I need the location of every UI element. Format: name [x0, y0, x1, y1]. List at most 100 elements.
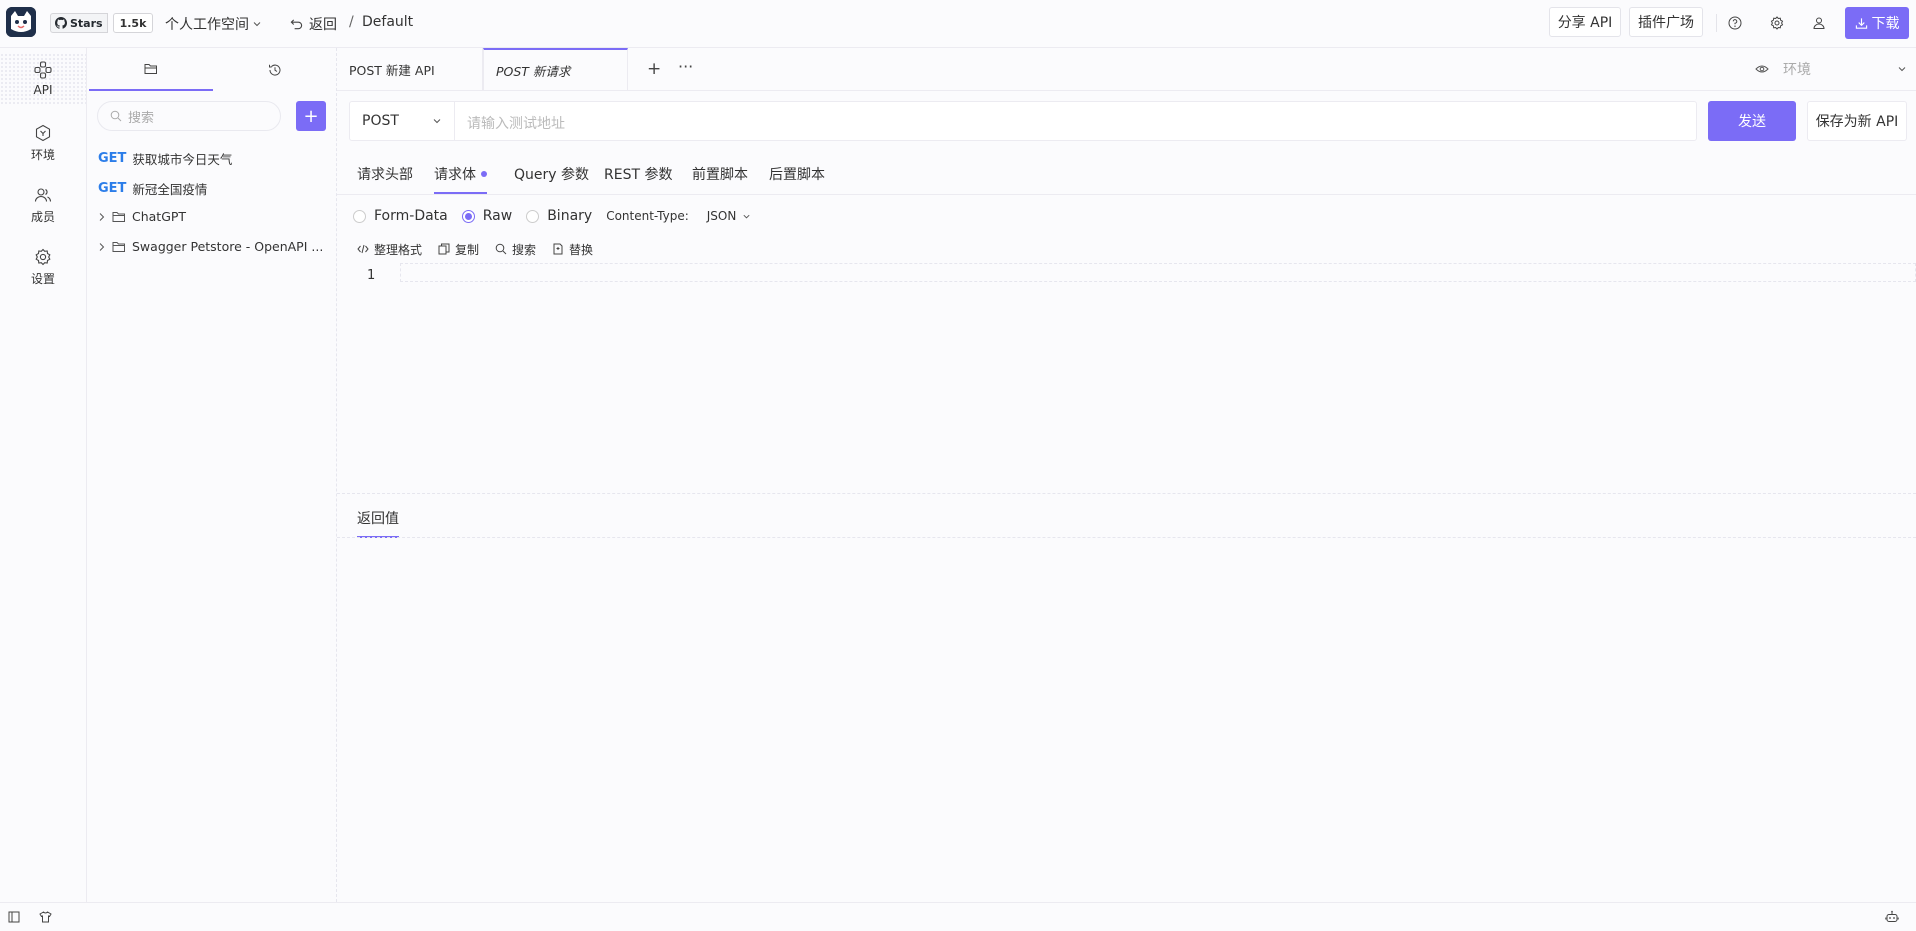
robot-icon[interactable] — [1885, 910, 1899, 924]
format-button[interactable]: 整理格式 — [357, 241, 422, 258]
tab-history[interactable] — [213, 48, 337, 91]
request-tab-bar: POST 新建 API POST 新请求 + ··· 环境 — [337, 48, 1916, 91]
tab-api-tree[interactable] — [89, 48, 213, 91]
api-item[interactable]: GET 获取城市今日天气 — [98, 149, 232, 168]
tab-response[interactable]: 返回值 — [357, 508, 399, 538]
settings-gear-icon[interactable] — [1766, 12, 1788, 34]
content-type-select[interactable]: JSON — [707, 209, 752, 223]
folder-item[interactable]: ChatGPT — [98, 209, 186, 224]
back-label: 返回 — [309, 17, 337, 33]
chevron-down-icon — [253, 22, 261, 27]
nav-item-members[interactable]: 成员 — [0, 180, 86, 230]
download-button[interactable]: 下载 — [1845, 7, 1909, 39]
tab-rest-params[interactable]: REST 参数 — [604, 164, 672, 184]
tab-post-script[interactable]: 后置脚本 — [769, 164, 825, 184]
tab-body[interactable]: 请求体 — [434, 164, 487, 194]
chevron-down-icon — [433, 119, 441, 124]
copy-icon — [438, 243, 450, 255]
download-label: 下载 — [1871, 16, 1900, 32]
github-stars-badge[interactable]: Stars 1.5k — [50, 13, 154, 33]
folder-icon — [112, 241, 125, 252]
tab-headers[interactable]: 请求头部 — [357, 164, 413, 184]
chevron-down-icon — [743, 214, 750, 218]
theme-shirt-icon[interactable] — [39, 911, 52, 923]
method-badge: GET — [98, 151, 127, 166]
chevron-down-icon — [1898, 67, 1906, 72]
environment-selector[interactable]: 环境 — [1755, 48, 1916, 90]
github-icon — [55, 17, 67, 29]
toggle-sidebar-icon[interactable] — [8, 911, 20, 923]
url-input[interactable]: 请输入测试地址 — [467, 113, 565, 133]
api-item-name: 获取城市今日天气 — [132, 152, 233, 167]
chevron-right-icon — [99, 242, 105, 251]
editor-line[interactable] — [400, 263, 1916, 282]
radio-raw[interactable] — [461, 209, 475, 223]
api-search-input[interactable]: 搜索 — [97, 101, 281, 131]
api-icon — [34, 61, 52, 79]
radio-form-data[interactable] — [353, 209, 366, 223]
app-logo[interactable] — [6, 7, 36, 37]
nav-item-settings[interactable]: 设置 — [0, 242, 86, 292]
radio-binary[interactable] — [526, 209, 540, 223]
method-badge: GET — [98, 181, 127, 196]
send-button[interactable]: 发送 — [1708, 101, 1796, 141]
nav-item-api[interactable]: API — [0, 53, 86, 105]
back-button[interactable]: 返回 — [290, 14, 337, 34]
settings-icon — [35, 248, 51, 265]
share-api-button[interactable]: 分享 API — [1549, 7, 1621, 37]
help-icon[interactable] — [1724, 12, 1746, 34]
nav-label-members: 成员 — [30, 209, 55, 224]
tab-query-params[interactable]: Query 参数 — [514, 164, 589, 184]
github-stars-count[interactable]: 1.5k — [112, 13, 154, 33]
history-icon — [269, 64, 281, 76]
tab-pre-script[interactable]: 前置脚本 — [692, 164, 748, 184]
download-icon — [1855, 17, 1867, 29]
request-url-bar: POST 请输入测试地址 — [349, 101, 1697, 141]
search-placeholder: 搜索 — [128, 110, 155, 126]
environment-icon — [35, 124, 51, 141]
folder-item[interactable]: Swagger Petstore - OpenAPI ... — [98, 239, 323, 254]
replace-button[interactable]: 替换 — [552, 241, 593, 258]
tab-new-api[interactable]: POST 新建 API — [337, 48, 483, 90]
environment-label: 环境 — [1783, 62, 1811, 78]
breadcrumb-project[interactable]: Default — [362, 14, 413, 30]
format-label: 整理格式 — [374, 242, 423, 257]
nav-label-settings: 设置 — [30, 271, 55, 286]
option-binary[interactable]: Binary — [547, 208, 592, 224]
copy-label: 复制 — [455, 242, 480, 257]
more-tabs-button[interactable]: ··· — [678, 57, 693, 76]
status-bar — [0, 902, 1916, 931]
content-type-label: Content-Type: — [606, 209, 689, 223]
tab-new-request[interactable]: POST 新请求 — [483, 48, 628, 90]
plugin-market-button[interactable]: 插件广场 — [1629, 7, 1703, 37]
top-bar: Stars 1.5k 个人工作空间 返回 / Default 分享 API 插件… — [0, 0, 1916, 48]
option-raw[interactable]: Raw — [483, 208, 512, 224]
breadcrumb-separator: / — [349, 14, 354, 30]
copy-button[interactable]: 复制 — [438, 241, 479, 258]
nav-item-environment[interactable]: 环境 — [0, 118, 86, 168]
editor-toolbar: 整理格式 复制 搜索 替换 — [357, 240, 593, 258]
save-as-new-api-button[interactable]: 保存为新 API — [1807, 101, 1907, 141]
code-icon — [357, 244, 369, 254]
add-tab-button[interactable]: + — [647, 59, 661, 79]
workspace-selector[interactable]: 个人工作空间 — [165, 14, 262, 34]
method-select[interactable]: POST — [350, 102, 455, 140]
main-panel: POST 新建 API POST 新请求 + ··· 环境 POST 请输入测试… — [337, 48, 1916, 902]
api-item[interactable]: GET 新冠全国疫情 — [98, 179, 207, 198]
folder-name: Swagger Petstore - OpenAPI ... — [132, 239, 324, 254]
search-icon — [495, 243, 507, 255]
search-button[interactable]: 搜索 — [495, 241, 536, 258]
user-icon[interactable] — [1808, 12, 1830, 34]
eye-icon[interactable] — [1755, 64, 1769, 74]
body-code-editor[interactable]: 1 — [337, 263, 1916, 494]
divider — [337, 537, 1916, 538]
github-stars-button[interactable]: Stars — [50, 13, 108, 33]
option-form-data[interactable]: Form-Data — [374, 208, 448, 224]
add-api-button[interactable]: + — [296, 101, 326, 131]
modified-dot — [481, 171, 487, 177]
replace-label: 替换 — [569, 242, 594, 257]
method-value: POST — [362, 113, 399, 129]
search-icon — [110, 110, 122, 122]
nav-label-environment: 环境 — [30, 147, 55, 162]
github-stars-label: Stars — [70, 16, 103, 30]
